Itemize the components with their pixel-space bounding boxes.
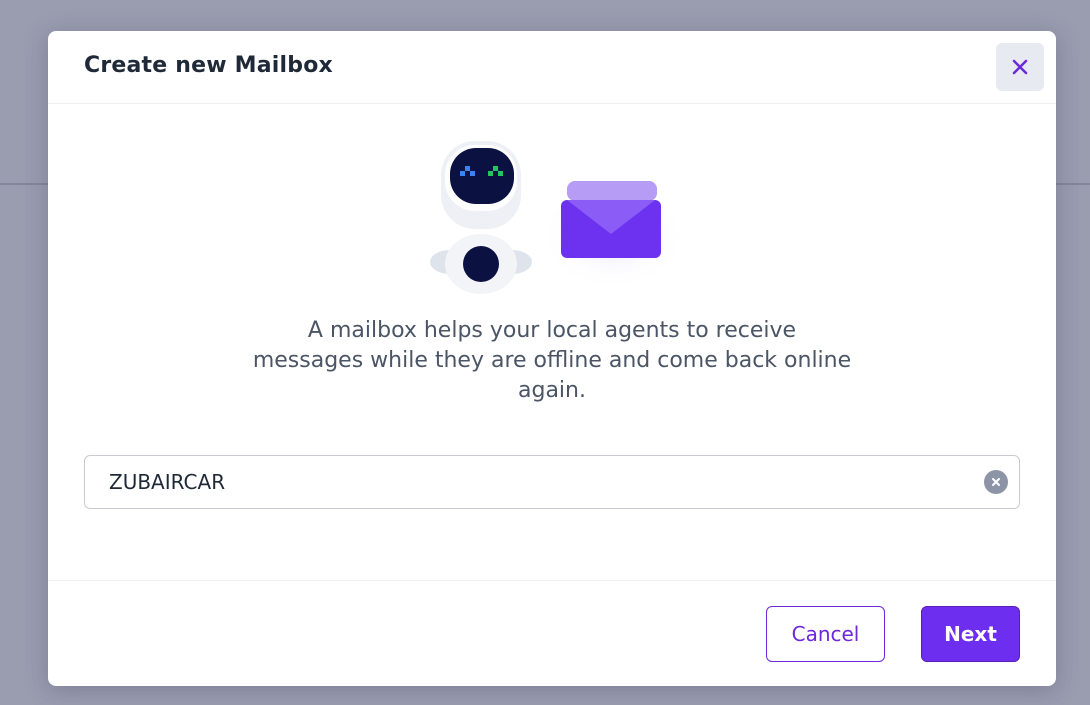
mailbox-name-field (84, 455, 1020, 509)
clear-input-button[interactable] (984, 470, 1008, 494)
close-icon (1012, 59, 1028, 75)
close-button[interactable] (996, 43, 1044, 91)
cancel-button[interactable]: Cancel (766, 606, 885, 662)
mailbox-name-input[interactable] (85, 456, 965, 508)
footer-divider (48, 580, 1056, 581)
dialog-title: Create new Mailbox (84, 53, 333, 78)
robot-illustration (430, 141, 688, 294)
clear-circle-icon (992, 478, 1000, 486)
envelope-icon (561, 181, 661, 258)
next-button[interactable]: Next (921, 606, 1020, 662)
dialog-header: Create new Mailbox (48, 31, 1056, 104)
create-mailbox-dialog: Create new Mailbox A mailbox helps your … (48, 31, 1056, 686)
dialog-description: A mailbox helps your local agents to rec… (252, 318, 852, 403)
